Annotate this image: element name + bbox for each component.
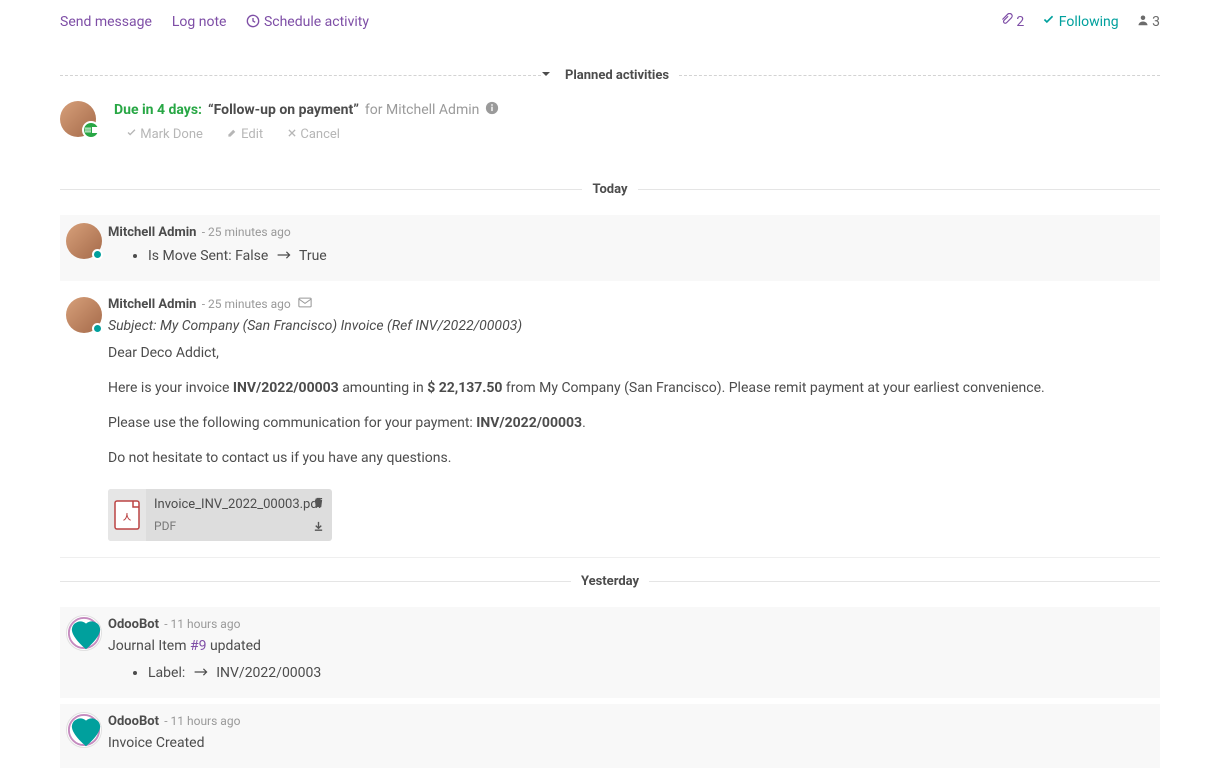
author-avatar bbox=[66, 712, 102, 748]
author-avatar bbox=[66, 223, 102, 259]
following-button[interactable]: Following bbox=[1042, 13, 1118, 30]
message-author: OdooBot bbox=[108, 617, 159, 632]
attachment-filename: Invoice_INV_2022_00003.pdf bbox=[154, 495, 322, 515]
message-author: Mitchell Admin bbox=[108, 225, 196, 240]
chatter-topbar: Send message Log note Schedule activity … bbox=[60, 5, 1160, 38]
close-icon bbox=[287, 128, 297, 138]
user-icon bbox=[1137, 14, 1149, 26]
message-text: Journal Item #9 updated bbox=[108, 636, 1150, 657]
pdf-icon: 人 bbox=[108, 489, 146, 541]
journal-item-link[interactable]: #9 bbox=[190, 638, 207, 654]
email-greeting: Dear Deco Addict, bbox=[108, 343, 1160, 364]
yesterday-label: Yesterday bbox=[571, 574, 649, 589]
send-message-tab[interactable]: Send message bbox=[60, 14, 152, 30]
today-header: Today bbox=[60, 182, 1160, 197]
message-author: Mitchell Admin bbox=[108, 297, 196, 312]
attachments-button[interactable]: 2 bbox=[1000, 13, 1024, 30]
message-time: - 25 minutes ago bbox=[202, 297, 291, 311]
arrow-right-icon bbox=[276, 246, 292, 267]
author-avatar bbox=[66, 297, 102, 333]
message-author: OdooBot bbox=[108, 714, 159, 729]
tracking-change: Label: INV/2022/00003 bbox=[148, 663, 1150, 684]
download-attachment-button[interactable] bbox=[313, 519, 324, 537]
author-avatar bbox=[66, 615, 102, 651]
attachment[interactable]: 人 Invoice_INV_2022_00003.pdf PDF bbox=[108, 489, 332, 541]
planned-activities-label: Planned activities bbox=[555, 68, 679, 83]
delete-attachment-button[interactable] bbox=[313, 495, 324, 513]
activity-assignee: for Mitchell Admin bbox=[365, 102, 479, 118]
message-email: Mitchell Admin - 25 minutes ago Subject:… bbox=[60, 297, 1160, 541]
yesterday-header: Yesterday bbox=[60, 574, 1160, 589]
message-text: Invoice Created bbox=[108, 733, 1150, 754]
activity-title: “Follow-up on payment” bbox=[208, 102, 359, 118]
activity-avatar bbox=[60, 101, 96, 137]
email-paragraph: Here is your invoice INV/2022/00003 amou… bbox=[108, 378, 1160, 399]
planned-activities-header[interactable]: Planned activities bbox=[60, 68, 1160, 83]
log-note-tab[interactable]: Log note bbox=[172, 14, 227, 30]
planned-activity: Due in 4 days: “Follow-up on payment” fo… bbox=[60, 101, 1160, 152]
email-paragraph: Do not hesitate to contact us if you hav… bbox=[108, 448, 1160, 469]
activity-type-badge bbox=[82, 121, 100, 139]
info-icon[interactable] bbox=[485, 101, 499, 119]
check-icon bbox=[126, 127, 137, 138]
arrow-right-icon bbox=[193, 663, 209, 684]
message-subject: Subject: My Company (San Francisco) Invo… bbox=[108, 316, 1160, 337]
message-time: - 11 hours ago bbox=[164, 714, 240, 728]
message-time: - 11 hours ago bbox=[164, 617, 240, 631]
cancel-button[interactable]: Cancel bbox=[287, 127, 340, 142]
activity-due: Due in 4 days: bbox=[114, 102, 202, 118]
tracking-change: Is Move Sent: False True bbox=[148, 246, 1150, 267]
svg-text:人: 人 bbox=[123, 512, 132, 522]
email-paragraph: Please use the following communication f… bbox=[108, 413, 1160, 434]
message-log-entry: OdooBot - 11 hours ago Invoice Created bbox=[60, 704, 1160, 768]
today-label: Today bbox=[582, 182, 637, 197]
paperclip-icon bbox=[1000, 13, 1013, 26]
download-icon bbox=[313, 521, 324, 532]
pencil-icon bbox=[227, 127, 238, 138]
mark-done-button[interactable]: Mark Done bbox=[126, 127, 203, 142]
check-icon bbox=[1042, 13, 1055, 26]
clock-icon bbox=[246, 14, 260, 28]
trash-icon bbox=[313, 497, 324, 508]
message-time: - 25 minutes ago bbox=[202, 225, 291, 239]
caret-down-icon bbox=[541, 68, 551, 83]
followers-button[interactable]: 3 bbox=[1137, 14, 1160, 30]
message-log-entry: Mitchell Admin - 25 minutes ago Is Move … bbox=[60, 215, 1160, 281]
attachment-filetype: PDF bbox=[154, 517, 322, 535]
envelope-icon[interactable] bbox=[298, 297, 312, 312]
schedule-activity-tab[interactable]: Schedule activity bbox=[246, 14, 369, 30]
message-log-entry: OdooBot - 11 hours ago Journal Item #9 u… bbox=[60, 607, 1160, 698]
edit-button[interactable]: Edit bbox=[227, 127, 263, 142]
